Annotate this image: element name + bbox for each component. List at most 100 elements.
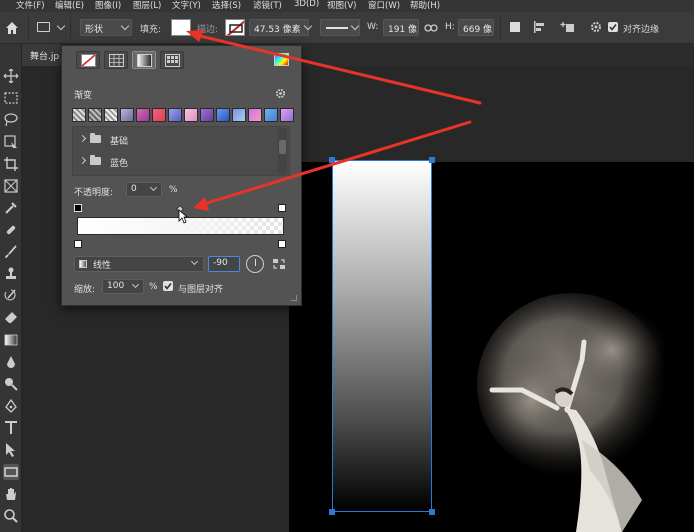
menu-3d[interactable]: 3D(D) [294, 0, 319, 9]
scale-field[interactable]: 100 [102, 279, 144, 294]
gradient-preset-swatch[interactable] [280, 108, 294, 122]
gradient-tool-icon[interactable] [3, 332, 19, 348]
reverse-gradient-icon[interactable] [272, 257, 286, 274]
link-icon[interactable] [424, 22, 438, 37]
chevron-right-icon [78, 156, 87, 165]
opacity-stop-right[interactable] [278, 204, 286, 212]
type-tool-icon[interactable] [3, 420, 19, 436]
frame-tool-icon[interactable] [3, 178, 19, 194]
menu-view[interactable]: 视图(V) [327, 0, 356, 11]
chevron-down-icon[interactable] [56, 21, 66, 31]
menu-image[interactable]: 图像(I) [95, 0, 121, 11]
dodge-tool-icon[interactable] [3, 376, 19, 392]
transform-handle[interactable] [329, 157, 335, 163]
transform-handle[interactable] [329, 509, 335, 515]
path-alignment-icon[interactable] [533, 20, 547, 37]
gradient-type-value: 线性 [93, 261, 112, 271]
path-arrangement-icon[interactable] [560, 20, 576, 37]
gradient-preset-swatch[interactable] [216, 108, 230, 122]
path-select-tool-icon[interactable] [3, 442, 19, 458]
gradient-preset-swatch[interactable] [184, 108, 198, 122]
menu-select[interactable]: 选择(S) [212, 0, 241, 11]
folder-list-scrollbar[interactable] [278, 128, 287, 174]
align-with-layer-checkbox[interactable] [163, 281, 173, 291]
color-stop-right[interactable] [278, 240, 286, 248]
gear-icon[interactable] [275, 88, 286, 102]
marquee-tool-icon[interactable] [3, 90, 19, 106]
height-field[interactable]: 669 像 [458, 19, 494, 36]
hand-tool-icon[interactable] [3, 486, 19, 502]
stroke-swatch[interactable] [225, 19, 245, 36]
zoom-tool-icon[interactable] [3, 508, 19, 524]
gear-icon[interactable] [590, 21, 602, 36]
menu-filter[interactable]: 滤镜(T) [253, 0, 282, 11]
color-picker-icon[interactable] [274, 53, 289, 66]
fill-swatch[interactable] [171, 19, 191, 36]
menu-window[interactable]: 窗口(W) [368, 0, 400, 11]
lasso-tool-icon[interactable] [3, 112, 19, 128]
eyedropper-tool-icon[interactable] [3, 200, 19, 216]
pattern-button[interactable] [160, 51, 184, 69]
brush-tool-icon[interactable] [3, 244, 19, 260]
healing-brush-tool-icon[interactable] [3, 222, 19, 238]
gradient-preset-swatch[interactable] [152, 108, 166, 122]
gradient-preset-swatch[interactable] [232, 108, 246, 122]
panel-resize-grip[interactable] [291, 295, 297, 301]
gradient-preset-swatch[interactable] [104, 108, 118, 122]
gradient-preset-swatch[interactable] [168, 108, 182, 122]
history-brush-tool-icon[interactable] [3, 288, 19, 304]
pen-tool-icon[interactable] [3, 398, 19, 414]
home-icon[interactable] [4, 20, 20, 39]
folder-label: 基础 [110, 137, 129, 147]
gradient-preset-swatch[interactable] [200, 108, 214, 122]
folder-basic[interactable]: 基础 [76, 130, 276, 150]
folder-icon [90, 155, 101, 165]
move-tool-icon[interactable] [3, 68, 19, 84]
transform-handle[interactable] [429, 157, 435, 163]
menu-file[interactable]: 文件(F) [16, 0, 45, 11]
menu-type[interactable]: 文字(Y) [172, 0, 201, 11]
gradients-section-title: 渐变 [74, 91, 93, 101]
height-value: 669 像 [463, 25, 493, 35]
stroke-width-field[interactable]: 47.53 像素 [249, 19, 309, 36]
blur-tool-icon[interactable] [3, 354, 19, 370]
gradient-preset-swatch[interactable] [72, 108, 86, 122]
rectangle-tool-icon[interactable] [37, 22, 50, 32]
opacity-label: 不透明度: [74, 188, 114, 198]
gradient-rectangle-shape[interactable] [332, 160, 432, 512]
gradient-preset-swatch[interactable] [136, 108, 150, 122]
gradient-preset-swatch[interactable] [120, 108, 134, 122]
options-bar: 形状 填充: 描边: 47.53 像素 W: 191 像 H: 669 像 对齐… [0, 12, 694, 44]
angle-field[interactable]: -90 [208, 256, 240, 272]
solid-color-button[interactable] [104, 51, 128, 69]
tools-panel [0, 44, 22, 532]
menu-help[interactable]: 帮助(H) [410, 0, 440, 11]
gradient-preset-swatch[interactable] [88, 108, 102, 122]
angle-dial[interactable] [246, 255, 264, 273]
transform-handle[interactable] [429, 509, 435, 515]
scrollbar-thumb[interactable] [279, 140, 286, 154]
stamp-tool-icon[interactable] [3, 266, 19, 282]
gradient-preset-swatch[interactable] [264, 108, 278, 122]
opacity-stop-left[interactable] [74, 204, 82, 212]
width-field[interactable]: 191 像 [383, 19, 419, 36]
opacity-percent-sign: % [169, 185, 178, 195]
color-stop-left[interactable] [74, 240, 82, 248]
gradient-button[interactable] [132, 51, 156, 69]
object-select-tool-icon[interactable] [3, 134, 19, 150]
menu-edit[interactable]: 编辑(E) [55, 0, 84, 11]
gradient-type-select[interactable]: 线性 [74, 256, 204, 272]
linear-gradient-icon [79, 260, 87, 268]
menu-layer[interactable]: 图层(L) [133, 0, 161, 11]
path-operations-icon[interactable] [510, 22, 520, 32]
no-fill-button[interactable] [76, 51, 100, 69]
width-value: 191 像 [388, 25, 418, 35]
rectangle-tool-icon[interactable] [3, 464, 19, 480]
document-tab[interactable]: 舞台.jp [22, 44, 62, 66]
align-edges-checkbox[interactable] [608, 22, 618, 32]
folder-blue[interactable]: 蓝色 [76, 152, 276, 172]
gradient-preset-swatch[interactable] [248, 108, 262, 122]
eraser-tool-icon[interactable] [3, 310, 19, 326]
opacity-field[interactable]: 0 [126, 182, 162, 197]
crop-tool-icon[interactable] [3, 156, 19, 172]
